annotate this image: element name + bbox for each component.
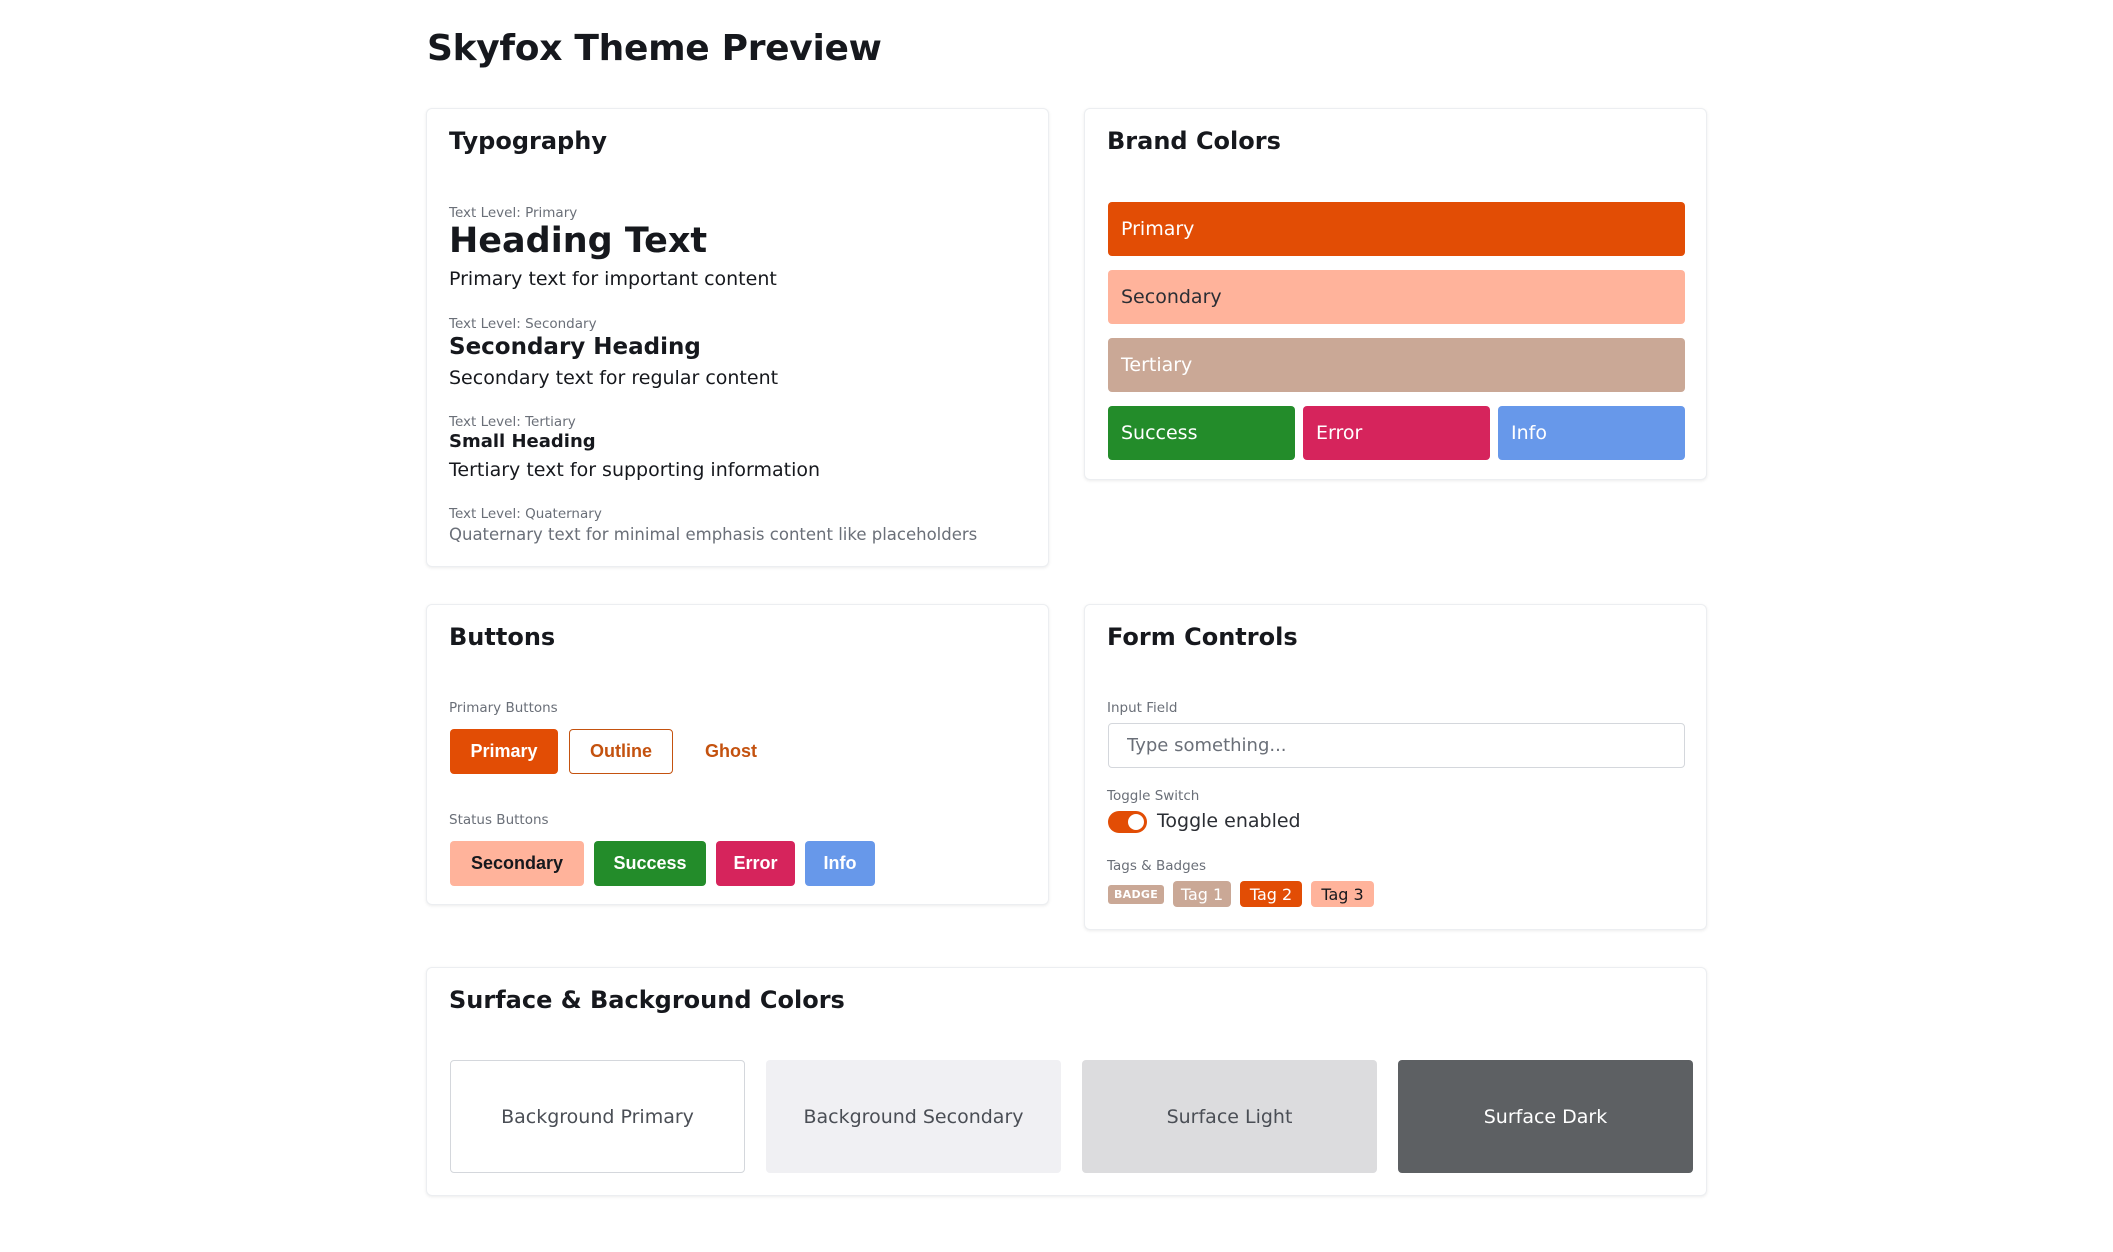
info-button[interactable]: Info	[805, 841, 875, 886]
quaternary-text: Quaternary text for minimal emphasis con…	[449, 525, 978, 544]
surface-background-secondary: Background Secondary	[766, 1060, 1061, 1173]
tertiary-text: Tertiary text for supporting information	[449, 459, 821, 481]
primary-heading: Heading Text	[449, 221, 708, 261]
toggle-text: Toggle enabled	[1157, 810, 1301, 832]
swatch-primary: Primary	[1108, 202, 1685, 256]
swatch-info: Info	[1498, 406, 1685, 460]
buttons-card: Buttons Primary Buttons Primary Outline …	[426, 604, 1049, 905]
tag-1: Tag 1	[1173, 881, 1231, 907]
toggle-knob	[1128, 814, 1144, 830]
input-field-label: Input Field	[1107, 700, 1178, 716]
buttons-title: Buttons	[449, 623, 556, 651]
page-title: Skyfox Theme Preview	[427, 28, 882, 69]
outline-button[interactable]: Outline	[569, 729, 673, 774]
form-controls-card: Form Controls Input Field Toggle Switch …	[1084, 604, 1707, 930]
swatch-tertiary: Tertiary	[1108, 338, 1685, 392]
swatch-error: Error	[1303, 406, 1490, 460]
typography-card: Typography Text Level: Primary Heading T…	[426, 108, 1049, 567]
secondary-text: Secondary text for regular content	[449, 367, 779, 389]
text-level-secondary-label: Text Level: Secondary	[449, 316, 597, 332]
text-level-tertiary-label: Text Level: Tertiary	[449, 414, 576, 430]
ghost-button[interactable]: Ghost	[685, 729, 777, 774]
tags-badges-label: Tags & Badges	[1107, 858, 1207, 874]
status-buttons-label: Status Buttons	[449, 812, 549, 828]
badge: BADGE	[1108, 885, 1164, 904]
surface-colors-title: Surface & Background Colors	[449, 986, 845, 1014]
brand-colors-card: Brand Colors Primary Secondary Tertiary …	[1084, 108, 1707, 480]
swatch-secondary: Secondary	[1108, 270, 1685, 324]
swatch-success: Success	[1108, 406, 1295, 460]
tertiary-heading: Small Heading	[449, 431, 596, 452]
surface-light: Surface Light	[1082, 1060, 1377, 1173]
brand-colors-title: Brand Colors	[1107, 127, 1281, 155]
secondary-button[interactable]: Secondary	[450, 841, 584, 886]
form-controls-title: Form Controls	[1107, 623, 1298, 651]
tag-2: Tag 2	[1240, 881, 1302, 907]
primary-text: Primary text for important content	[449, 268, 777, 290]
success-button[interactable]: Success	[594, 841, 706, 886]
text-level-quaternary-label: Text Level: Quaternary	[449, 506, 602, 522]
toggle-switch[interactable]	[1108, 811, 1147, 833]
typography-title: Typography	[449, 127, 607, 155]
theme-preview-page: Skyfox Theme Preview Typography Text Lev…	[0, 0, 2113, 1252]
surface-background-primary: Background Primary	[450, 1060, 745, 1173]
text-input[interactable]	[1108, 723, 1685, 768]
tag-3: Tag 3	[1311, 881, 1374, 907]
toggle-switch-label: Toggle Switch	[1107, 788, 1200, 804]
error-button[interactable]: Error	[716, 841, 795, 886]
text-level-primary-label: Text Level: Primary	[449, 205, 578, 221]
surface-dark: Surface Dark	[1398, 1060, 1693, 1173]
surface-colors-card: Surface & Background Colors Background P…	[426, 967, 1707, 1196]
primary-button[interactable]: Primary	[450, 729, 558, 774]
primary-buttons-label: Primary Buttons	[449, 700, 558, 716]
secondary-heading: Secondary Heading	[449, 334, 701, 360]
